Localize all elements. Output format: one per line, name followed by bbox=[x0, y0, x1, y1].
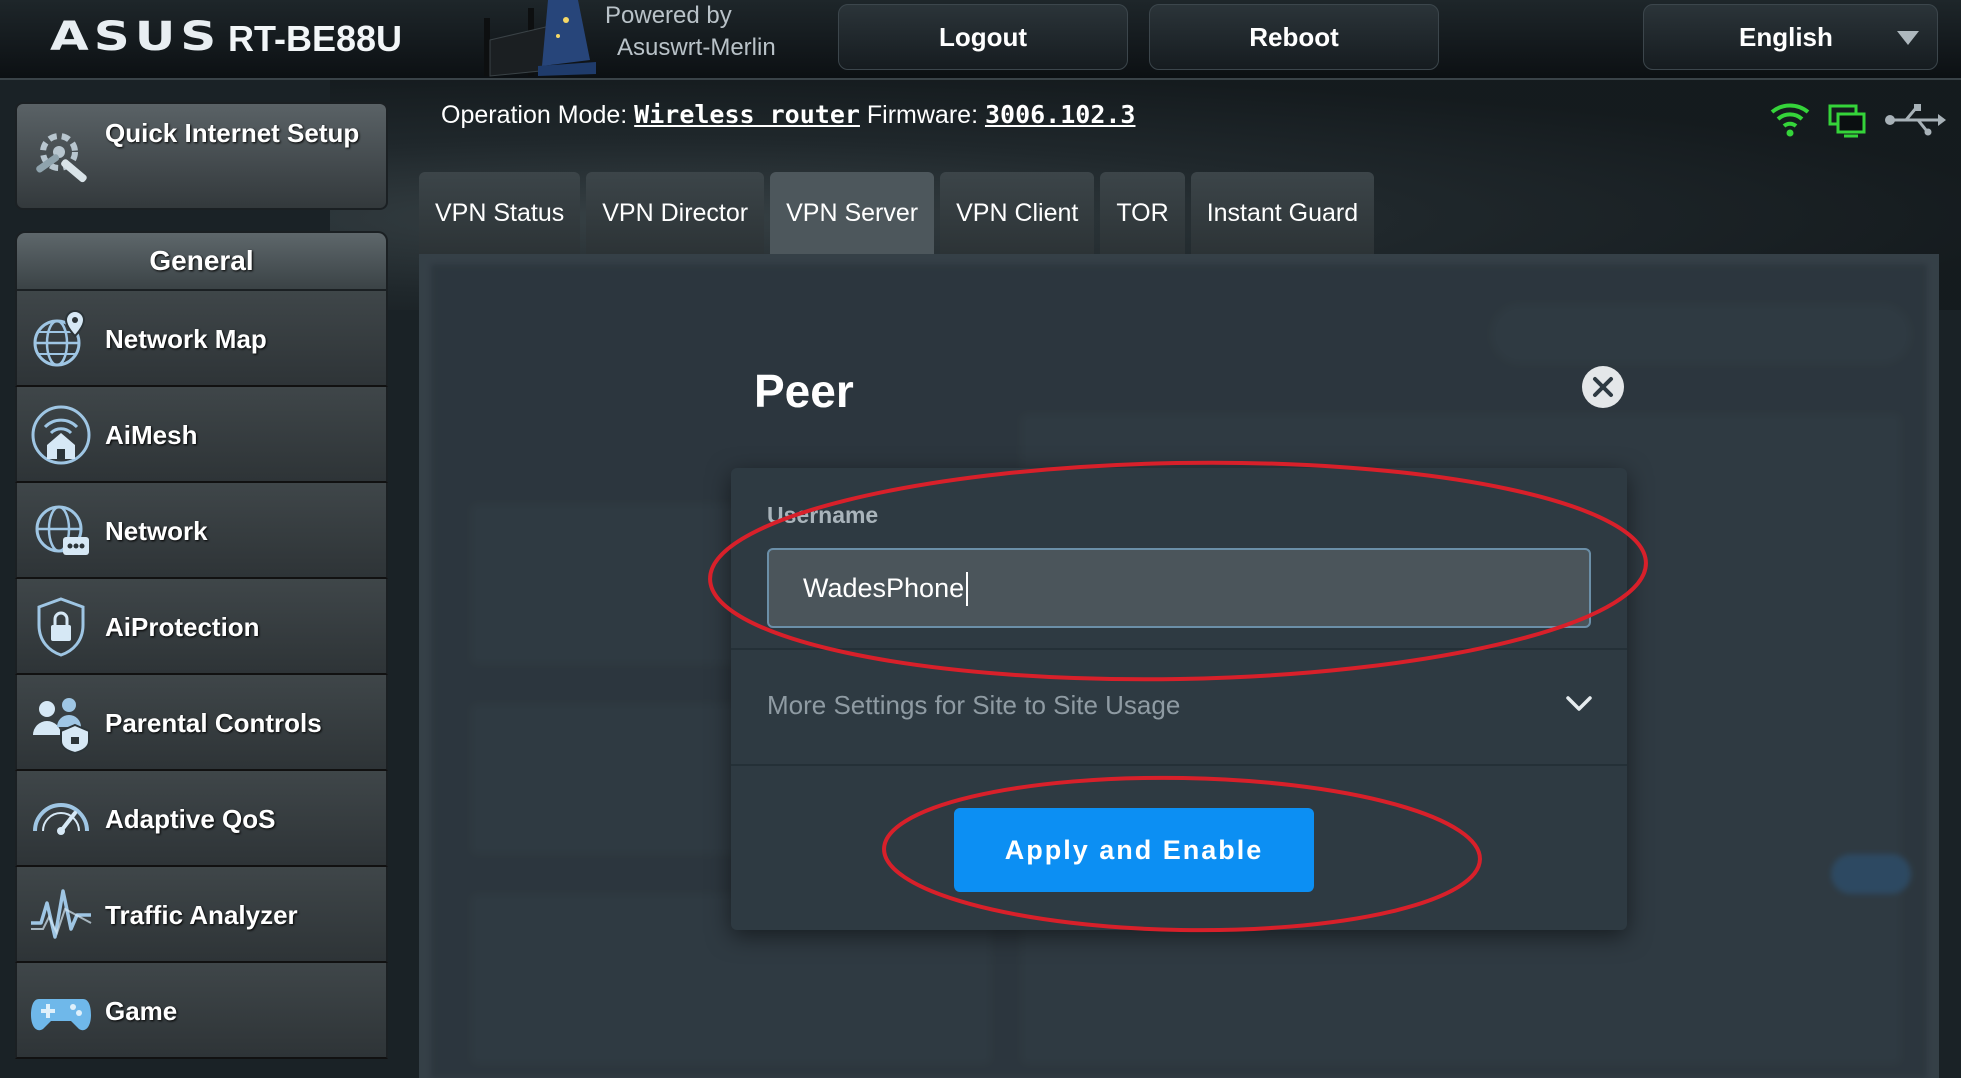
more-settings-expander[interactable]: More Settings for Site to Site Usage bbox=[731, 650, 1627, 762]
logout-button[interactable]: Logout bbox=[838, 4, 1128, 70]
gauge-icon bbox=[33, 803, 89, 835]
top-bar: ASUS RT-BE88U Powered by Asuswrt-Merlin … bbox=[0, 0, 1961, 80]
vpn-tabs: VPN Status VPN Director VPN Server VPN C… bbox=[419, 172, 1375, 254]
close-icon[interactable] bbox=[1582, 366, 1624, 408]
usb-icon[interactable] bbox=[1885, 104, 1946, 136]
apply-and-enable-button[interactable]: Apply and Enable bbox=[954, 808, 1314, 892]
mesh-house-icon bbox=[31, 405, 91, 465]
divider bbox=[731, 764, 1627, 766]
sidebar-item-label: Network bbox=[105, 515, 208, 546]
status-icons bbox=[1770, 103, 1946, 138]
family-icon bbox=[33, 698, 90, 755]
sidebar-item-label: AiProtection bbox=[105, 611, 260, 642]
sidebar-item-label: Parental Controls bbox=[105, 707, 322, 738]
sidebar-section-general: General bbox=[15, 231, 388, 291]
powered-by-line1: Powered by bbox=[605, 2, 732, 29]
brand-logo: ASUS bbox=[50, 14, 222, 60]
sidebar-item-network[interactable]: Network bbox=[15, 483, 388, 579]
sidebar-item-label: Adaptive QoS bbox=[105, 803, 276, 834]
globe-pin-icon bbox=[33, 309, 86, 367]
sidebar-item-aimesh[interactable]: AiMesh bbox=[15, 387, 388, 483]
tab-vpn-client[interactable]: VPN Client bbox=[940, 172, 1095, 254]
shield-lock-icon bbox=[37, 597, 85, 657]
modal-title: Peer bbox=[754, 365, 854, 417]
text-cursor bbox=[966, 572, 969, 606]
sidebar-item-network-map[interactable]: Network Map bbox=[15, 291, 388, 387]
sidebar-item-label: AiMesh bbox=[105, 419, 198, 450]
sidebar-item-adaptive-qos[interactable]: Adaptive QoS bbox=[15, 771, 388, 867]
wizard-tools-icon bbox=[36, 133, 87, 183]
firmware-label: Firmware: bbox=[866, 101, 979, 129]
powered-by-line2: Asuswrt-Merlin bbox=[617, 34, 776, 61]
tab-instant-guard[interactable]: Instant Guard bbox=[1190, 172, 1375, 254]
devices-icon[interactable] bbox=[1828, 104, 1866, 138]
operation-mode-label: Operation Mode: bbox=[441, 101, 628, 129]
reboot-button[interactable]: Reboot bbox=[1149, 4, 1439, 70]
tab-vpn-director[interactable]: VPN Director bbox=[586, 172, 765, 254]
gamepad-icon bbox=[31, 999, 91, 1031]
tab-vpn-status[interactable]: VPN Status bbox=[419, 172, 581, 254]
more-settings-label: More Settings for Site to Site Usage bbox=[767, 690, 1181, 720]
tab-tor[interactable]: TOR bbox=[1100, 172, 1185, 254]
merlin-router-icon bbox=[484, 0, 596, 77]
waveform-icon bbox=[31, 889, 92, 939]
language-select[interactable]: English bbox=[1643, 4, 1938, 70]
tab-vpn-server[interactable]: VPN Server bbox=[770, 172, 935, 254]
chevron-down-icon bbox=[1566, 696, 1592, 711]
wifi-icon[interactable] bbox=[1770, 103, 1810, 137]
globe-network-icon bbox=[35, 505, 89, 555]
quick-internet-setup-label: Quick Internet Setup bbox=[105, 118, 360, 148]
sidebar-item-aiprotection[interactable]: AiProtection bbox=[15, 579, 388, 675]
username-label: Username bbox=[767, 502, 879, 528]
peer-form-card: Username More Settings for Site to Site … bbox=[731, 468, 1627, 930]
router-model: RT-BE88U bbox=[228, 18, 403, 59]
sidebar-item-traffic-analyzer[interactable]: Traffic Analyzer bbox=[15, 867, 388, 963]
sidebar-menu: Network Map AiMesh Network AiProtection bbox=[15, 291, 388, 1059]
username-input[interactable] bbox=[767, 548, 1591, 628]
firmware-link[interactable]: 3006.102.3 bbox=[985, 100, 1136, 129]
sidebar-item-game[interactable]: Game bbox=[15, 963, 388, 1059]
language-value: English bbox=[1739, 21, 1833, 52]
operation-mode-link[interactable]: Wireless router bbox=[634, 100, 860, 129]
sidebar-item-label: Network Map bbox=[105, 323, 267, 354]
sidebar-item-parental-controls[interactable]: Parental Controls bbox=[15, 675, 388, 771]
chevron-down-icon bbox=[1897, 31, 1919, 45]
status-line: Operation Mode: Wireless router Firmware… bbox=[441, 100, 1135, 130]
sidebar-item-label: Game bbox=[105, 995, 178, 1026]
quick-internet-setup-button[interactable]: Quick Internet Setup bbox=[15, 102, 388, 210]
powered-by: Powered by Asuswrt-Merlin bbox=[605, 0, 776, 64]
sidebar-item-label: Traffic Analyzer bbox=[105, 899, 298, 930]
